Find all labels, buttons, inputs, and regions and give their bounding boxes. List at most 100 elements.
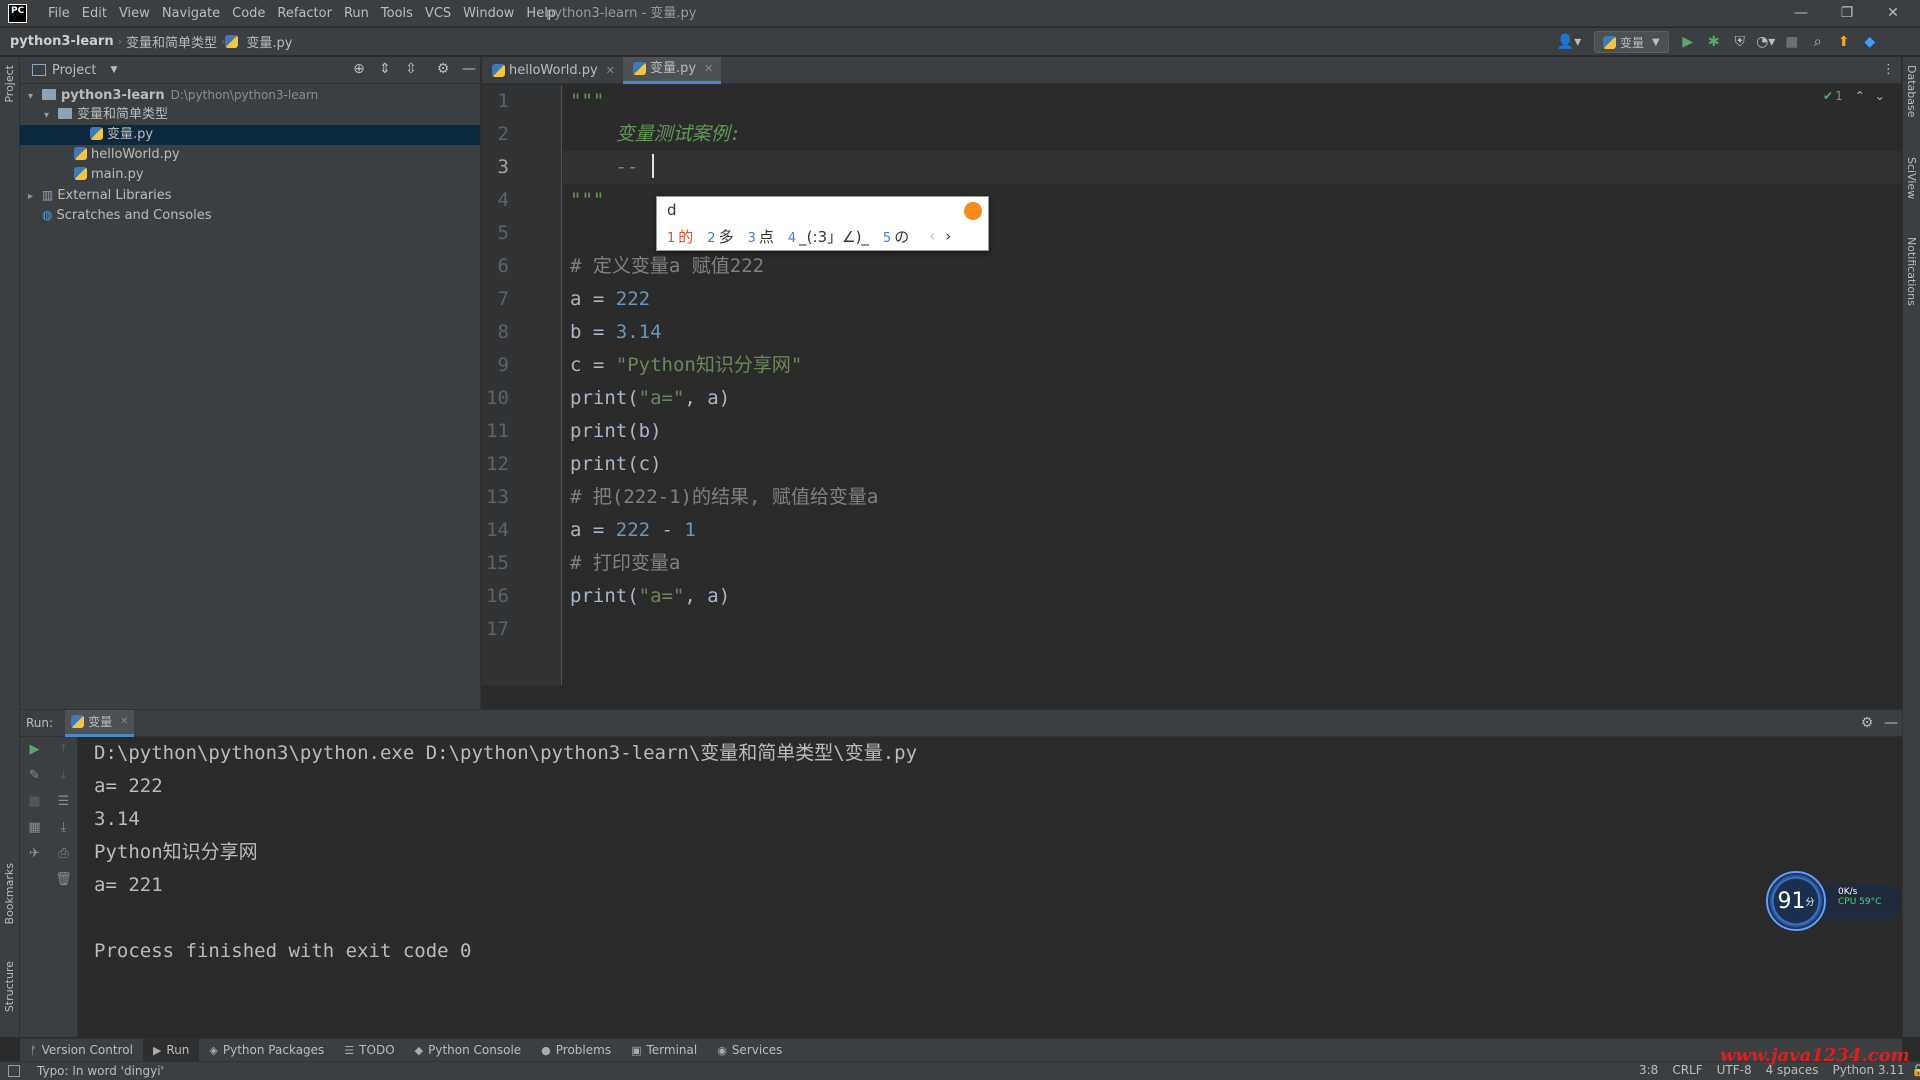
expand-all-icon[interactable]: ⇕ (372, 61, 398, 77)
tree-item[interactable]: ▾ 变量和简单类型 (20, 105, 480, 125)
ime-candidate[interactable]: 1的 (667, 226, 693, 247)
close-tab-icon[interactable]: ✕ (120, 716, 128, 727)
wrench-icon[interactable]: ✎ (20, 763, 49, 789)
hide-panel-icon[interactable]: — (1878, 715, 1904, 731)
stop-icon[interactable]: ■ (20, 789, 49, 815)
status-toggle-icon[interactable] (8, 1065, 20, 1077)
scroll-to-end-icon[interactable]: ⤓ (49, 815, 78, 841)
ime-candidate[interactable]: 4 _(:3」∠)_ (788, 226, 869, 247)
soft-wrap-icon[interactable]: ☰ (49, 789, 78, 815)
notifications-tool-tab[interactable]: Notifications (1905, 237, 1918, 306)
jetbrains-icon[interactable]: ◆ (1857, 34, 1883, 50)
gear-icon[interactable]: ⚙ (1854, 715, 1880, 731)
tool-tab-todo[interactable]: ☰ TODO (334, 1039, 404, 1062)
ime-candidate-popup[interactable]: d 1 的 2 多 3 点 4 _(:3」∠)_ 5 の ‹ › (656, 196, 989, 251)
menu-edit[interactable]: Edit (76, 0, 113, 27)
chevron-down-icon[interactable]: ▼ (110, 65, 117, 75)
code-line[interactable]: a = 222 (563, 283, 1901, 316)
code-line[interactable]: print(c) (563, 448, 1901, 481)
tool-tab-python-console[interactable]: ◆ Python Console (405, 1039, 532, 1062)
tool-tab-version-control[interactable]: ᚠ Version Control (20, 1039, 143, 1062)
project-tool-tab[interactable]: Project (3, 65, 16, 103)
restore-icon[interactable]: ❐ (1824, 0, 1870, 27)
arrow-up-icon[interactable]: ↑ (49, 737, 78, 763)
performance-widget[interactable]: 0K/s CPU 59°C 91 分 (1766, 871, 1906, 931)
close-window-icon[interactable]: ✕ (1870, 0, 1916, 27)
menu-code[interactable]: Code (226, 0, 271, 27)
code-line[interactable]: # 打印变量a (563, 547, 1901, 580)
tree-item[interactable]: 变量.py (20, 125, 480, 145)
tree-item[interactable]: ◍ Scratches and Consoles (20, 205, 480, 225)
menu-window[interactable]: Window (457, 0, 520, 27)
menu-navigate[interactable]: Navigate (156, 0, 226, 27)
chevron-down-icon[interactable]: ▾ (28, 87, 42, 107)
breadcrumb-file[interactable]: 变量.py (242, 32, 296, 51)
ime-prev-page-icon[interactable]: ‹ (929, 227, 935, 245)
ime-candidate[interactable]: 5の (883, 226, 909, 247)
hide-panel-icon[interactable]: — (456, 61, 482, 77)
tree-item[interactable]: ▾ python3-learn D:\python\python3-learn (20, 85, 480, 105)
editor-tab[interactable]: 变量.py ✕ (622, 55, 722, 84)
coverage-icon[interactable]: ⛨ (1727, 34, 1753, 50)
chevron-right-icon[interactable]: ▸ (28, 187, 42, 207)
rerun-icon[interactable]: ▶ (20, 737, 49, 763)
code-line[interactable]: c = "Python知识分享网" (563, 349, 1901, 382)
code-line[interactable]: print("a=", a) (563, 382, 1901, 415)
menu-file[interactable]: File (42, 0, 76, 27)
tree-item[interactable]: helloWorld.py (20, 145, 480, 165)
menu-tools[interactable]: Tools (375, 0, 419, 27)
search-icon[interactable]: ⌕ (1805, 34, 1831, 50)
menu-run[interactable]: Run (338, 0, 375, 27)
minimize-icon[interactable]: — (1778, 0, 1824, 27)
tree-item[interactable]: main.py (20, 165, 480, 185)
breadcrumb-project[interactable]: python3-learn (0, 34, 118, 49)
code-line[interactable]: print(b) (563, 415, 1901, 448)
code-line[interactable]: print("a=", a) (563, 580, 1901, 613)
project-view-selector[interactable]: Project (52, 63, 96, 78)
close-tab-icon[interactable]: ✕ (704, 55, 713, 82)
pin-icon[interactable]: ✈ (20, 841, 49, 867)
tool-tab-services[interactable]: ◉ Services (707, 1039, 792, 1062)
database-tool-tab[interactable]: Database (1905, 65, 1918, 118)
user-icon[interactable]: 👤▾ (1556, 34, 1582, 50)
editor-tab[interactable]: helloWorld.py ✕ (482, 57, 623, 84)
code-line[interactable]: # 把(222-1)的结果, 赋值给变量a (563, 481, 1901, 514)
structure-tool-tab[interactable]: Structure (3, 961, 16, 1012)
layout-icon[interactable]: ▦ (20, 815, 49, 841)
profile-icon[interactable]: ◔▾ (1753, 34, 1779, 50)
code-line[interactable]: a = 222 - 1 (563, 514, 1901, 547)
collapse-all-icon[interactable]: ⇳ (398, 61, 424, 77)
code-line[interactable]: """ (563, 85, 1901, 118)
breadcrumb-folder[interactable]: 变量和简单类型 (122, 32, 221, 51)
ime-next-page-icon[interactable]: › (945, 227, 951, 245)
line-separator[interactable]: CRLF (1665, 1063, 1709, 1077)
status-message[interactable]: Typo: In word 'dingyi' (30, 1064, 171, 1078)
sciview-tool-tab[interactable]: SciView (1905, 157, 1918, 199)
run-tab[interactable]: 变量 ✕ (65, 709, 135, 737)
code-line[interactable] (563, 613, 1901, 646)
menu-view[interactable]: View (113, 0, 156, 27)
code-line[interactable]: b = 3.14 (563, 316, 1901, 349)
run-config-selector[interactable]: 变量 ▼ (1594, 31, 1669, 53)
tool-tab-terminal[interactable]: ▣ Terminal (621, 1039, 707, 1062)
trash-icon[interactable]: 🗑 (49, 867, 78, 893)
lock-icon[interactable]: 🔓 (1912, 1064, 1920, 1077)
code-editor[interactable]: ✔ 1 ⌃ ⌄ """ 变量测试案例: -- """ # 定义变量a 赋值222 a… (563, 85, 1901, 685)
tree-item[interactable]: ▸ ▥ External Libraries (20, 185, 480, 205)
ime-candidate[interactable]: 3点 (748, 226, 774, 247)
debug-icon[interactable]: ✱ (1701, 34, 1727, 50)
run-icon[interactable]: ▶ (1675, 34, 1701, 50)
menu-refactor[interactable]: Refactor (271, 0, 338, 27)
stop-icon[interactable]: ■ (1779, 34, 1805, 50)
bookmarks-tool-tab[interactable]: Bookmarks (3, 863, 16, 924)
tool-tab-python-packages[interactable]: ◈ Python Packages (199, 1039, 334, 1062)
chevron-down-icon[interactable]: ▾ (44, 106, 58, 126)
close-tab-icon[interactable]: ✕ (606, 57, 615, 84)
more-tabs-icon[interactable]: ⋮ (1882, 62, 1895, 77)
ime-logo-icon[interactable] (964, 202, 982, 220)
update-icon[interactable]: ⬆ (1831, 34, 1857, 50)
gear-icon[interactable]: ⚙ (430, 61, 456, 77)
tool-tab-problems[interactable]: ● Problems (531, 1039, 621, 1062)
ime-candidate[interactable]: 2多 (707, 226, 733, 247)
arrow-down-icon[interactable]: ↓ (49, 763, 78, 789)
